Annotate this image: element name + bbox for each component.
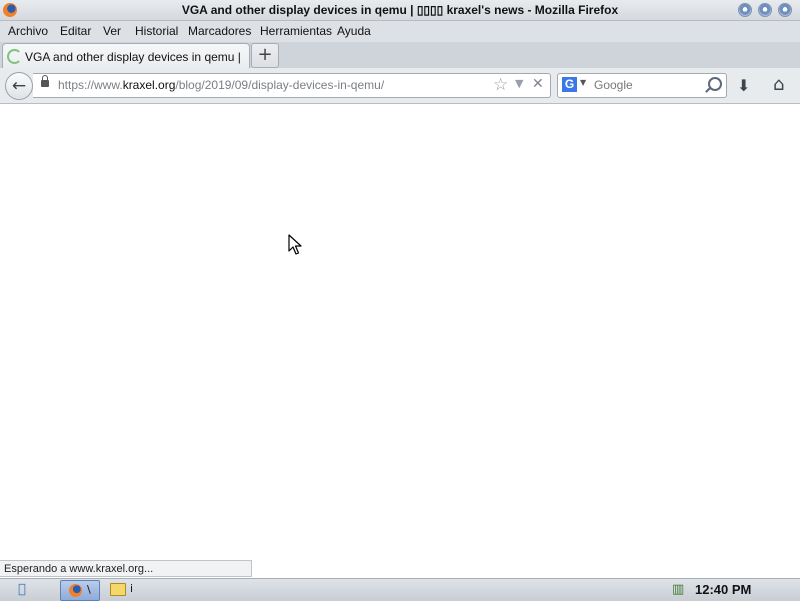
navigation-bar: ← https://www.kraxel.org/blog/2019/09/di… — [0, 68, 800, 104]
clock[interactable]: 12:40 PM — [695, 582, 751, 597]
minimize-icon[interactable] — [738, 3, 752, 17]
menu-historial[interactable]: Historial — [135, 24, 178, 38]
bookmark-star-icon[interactable]: ☆ — [493, 75, 508, 95]
taskbar-firefox-button[interactable]: \ — [60, 580, 100, 601]
firefox-icon — [69, 584, 82, 597]
loading-spinner-icon — [7, 49, 22, 64]
menu-herramientas[interactable]: Herramientas — [260, 24, 332, 38]
download-icon[interactable]: ⬇ — [737, 76, 750, 95]
menu-archivo[interactable]: Archivo — [8, 24, 48, 38]
tab-active[interactable]: VGA and other display devices in qemu | … — [2, 43, 250, 69]
url-text[interactable]: https://www.kraxel.org/blog/2019/09/disp… — [58, 78, 384, 92]
start-menu-icon[interactable]:  — [18, 582, 26, 597]
new-tab-button[interactable]: + — [251, 43, 279, 68]
lock-icon[interactable] — [41, 75, 49, 87]
page-content[interactable] — [0, 104, 800, 578]
url-bar[interactable]: https://www.kraxel.org/blog/2019/09/disp… — [33, 73, 551, 98]
search-engine-dropdown-icon[interactable]: ▼ — [580, 78, 586, 87]
home-icon[interactable]: ⌂ — [773, 74, 784, 95]
menu-marcadores[interactable]: Marcadores — [188, 24, 251, 38]
maximize-icon[interactable] — [758, 3, 772, 17]
window-titlebar[interactable]: VGA and other display devices in qemu | … — [0, 0, 800, 21]
taskbar-folder-label[interactable]: i — [130, 582, 133, 595]
window-title: VGA and other display devices in qemu | … — [181, 3, 619, 17]
menu-bar: Archivo Editar Ver Historial Marcadores … — [0, 21, 800, 42]
menu-ver[interactable]: Ver — [103, 24, 121, 38]
search-icon[interactable] — [708, 77, 722, 91]
folder-icon[interactable] — [110, 583, 126, 596]
url-host: kraxel.org — [122, 78, 176, 92]
url-path: /blog/2019/09/display-devices-in-qemu/ — [175, 78, 385, 92]
url-history-dropdown-icon[interactable]: ▼ — [515, 77, 523, 90]
back-button[interactable]: ← — [5, 72, 33, 100]
stop-icon[interactable]: ✕ — [532, 76, 544, 92]
tab-strip: VGA and other display devices in qemu | … — [0, 42, 800, 69]
url-prefix: https://www. — [58, 78, 123, 92]
network-tray-icon[interactable]: ▥ — [672, 582, 684, 597]
menu-ayuda[interactable]: Ayuda — [337, 24, 371, 38]
search-box[interactable]: G ▼ Google — [557, 73, 727, 98]
menu-editar[interactable]: Editar — [60, 24, 91, 38]
google-engine-icon[interactable]: G — [562, 77, 577, 92]
taskbar-firefox-label: \ — [87, 583, 91, 596]
taskbar:  \ i ▥ 12:40 PM — [0, 578, 800, 601]
search-placeholder[interactable]: Google — [594, 78, 633, 92]
mouse-cursor-icon — [288, 234, 302, 255]
close-icon[interactable] — [778, 3, 792, 17]
tab-title: VGA and other display devices in qemu | … — [25, 50, 243, 64]
status-bar: Esperando a www.kraxel.org... — [0, 560, 252, 577]
